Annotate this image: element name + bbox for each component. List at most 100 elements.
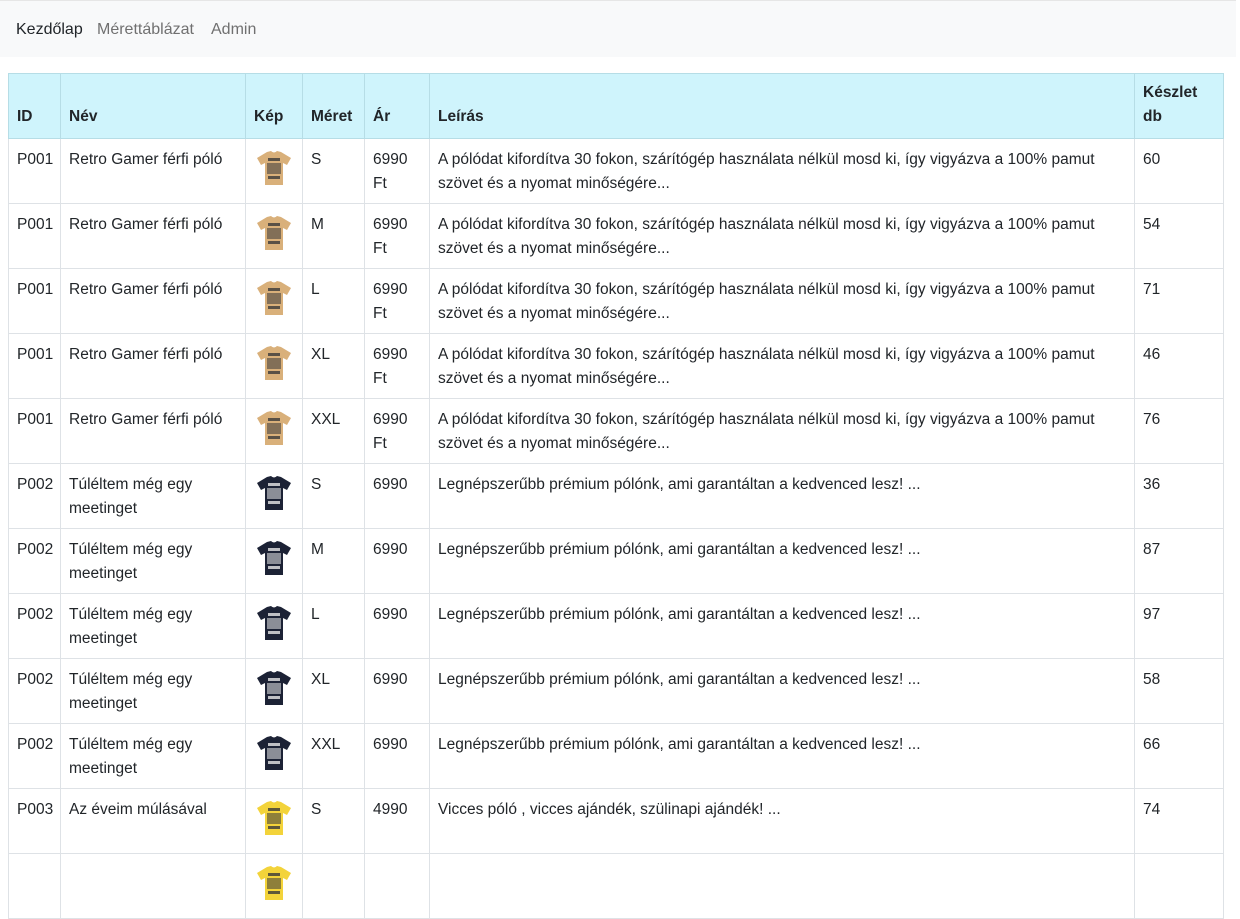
table-row: P002 Túléltem még egy meetinget XXL 6990 Leg… [8, 723, 1224, 789]
cell-stock: 60 [1134, 138, 1224, 204]
cell-name [60, 853, 246, 919]
cell-description: A pólódat kifordítva 30 fokon, szárítógé… [429, 268, 1135, 334]
cell-size: XL [302, 333, 365, 399]
cell-id: P002 [8, 528, 61, 594]
table-row: P001 Retro Gamer férfi póló S 6990 Ft A póló… [8, 138, 1224, 204]
cell-image [245, 593, 303, 659]
table-row: P002 Túléltem még egy meetinget L 6990 Legné… [8, 593, 1224, 659]
cell-size: XL [302, 658, 365, 724]
cell-id: P002 [8, 593, 61, 659]
cell-image [245, 723, 303, 789]
table-row: P001 Retro Gamer férfi póló XXL 6990 Ft A pó… [8, 398, 1224, 464]
cell-id: P001 [8, 398, 61, 464]
cell-image [245, 333, 303, 399]
cell-id: P003 [8, 788, 61, 854]
cell-description: Legnépszerűbb prémium pólónk, ami garant… [429, 528, 1135, 594]
table-row: P001 Retro Gamer férfi póló M 6990 Ft A póló… [8, 203, 1224, 269]
cell-id: P001 [8, 333, 61, 399]
cell-stock: 58 [1134, 658, 1224, 724]
cell-description: A pólódat kifordítva 30 fokon, szárítógé… [429, 203, 1135, 269]
table-row: P002 Túléltem még egy meetinget S 6990 Legné… [8, 463, 1224, 529]
cell-size: XXL [302, 723, 365, 789]
products-table: ID Név Kép Méret Ár Leírás Készlet db P0… [8, 73, 1224, 919]
cell-description [429, 853, 1135, 919]
table-row: P001 Retro Gamer férfi póló XL 6990 Ft A pól… [8, 333, 1224, 399]
yellow-tshirt-image [257, 801, 291, 835]
cell-description: A pólódat kifordítva 30 fokon, szárítógé… [429, 398, 1135, 464]
cell-stock: 36 [1134, 463, 1224, 529]
cell-description: Legnépszerűbb prémium pólónk, ami garant… [429, 463, 1135, 529]
cell-size: M [302, 203, 365, 269]
cell-price: 6990 Ft [364, 203, 430, 269]
beige-tshirt-image [257, 346, 291, 380]
cell-description: Vicces póló , vicces ajándék, szülinapi … [429, 788, 1135, 854]
beige-tshirt-image [257, 281, 291, 315]
cell-price: 6990 Ft [364, 398, 430, 464]
cell-size: M [302, 528, 365, 594]
column-header-image: Kép [245, 73, 303, 139]
top-navbar: Kezdőlap Mérettáblázat Admin [0, 0, 1236, 57]
cell-stock: 71 [1134, 268, 1224, 334]
cell-price: 6990 Ft [364, 268, 430, 334]
cell-name: Retro Gamer férfi póló [60, 203, 246, 269]
yellow-tshirt-image [257, 866, 291, 900]
cell-image [245, 853, 303, 919]
cell-description: A pólódat kifordítva 30 fokon, szárítógé… [429, 138, 1135, 204]
cell-stock: 76 [1134, 398, 1224, 464]
cell-name: Túléltem még egy meetinget [60, 658, 246, 724]
cell-image [245, 463, 303, 529]
navy-tshirt-image [257, 736, 291, 770]
cell-price: 6990 Ft [364, 333, 430, 399]
cell-id: P002 [8, 463, 61, 529]
cell-price: 6990 Ft [364, 138, 430, 204]
cell-id: P002 [8, 723, 61, 789]
column-header-price: Ár [364, 73, 430, 139]
cell-description: Legnépszerűbb prémium pólónk, ami garant… [429, 593, 1135, 659]
cell-id: P001 [8, 138, 61, 204]
cell-price: 4990 [364, 788, 430, 854]
cell-name: Retro Gamer férfi póló [60, 268, 246, 334]
cell-name: Túléltem még egy meetinget [60, 593, 246, 659]
cell-stock: 54 [1134, 203, 1224, 269]
beige-tshirt-image [257, 216, 291, 250]
nav-link-admin[interactable]: Admin [211, 21, 256, 39]
cell-id: P001 [8, 203, 61, 269]
column-header-description: Leírás [429, 73, 1135, 139]
cell-size: L [302, 593, 365, 659]
cell-description: Legnépszerűbb prémium pólónk, ami garant… [429, 658, 1135, 724]
cell-name: Túléltem még egy meetinget [60, 528, 246, 594]
cell-stock: 97 [1134, 593, 1224, 659]
cell-stock: 46 [1134, 333, 1224, 399]
cell-image [245, 398, 303, 464]
column-header-stock: Készlet db [1134, 73, 1224, 139]
cell-image [245, 528, 303, 594]
cell-price [364, 853, 430, 919]
navy-tshirt-image [257, 541, 291, 575]
table-row [8, 853, 1224, 919]
beige-tshirt-image [257, 411, 291, 445]
cell-stock: 87 [1134, 528, 1224, 594]
cell-id [8, 853, 61, 919]
cell-price: 6990 [364, 723, 430, 789]
cell-name: Túléltem még egy meetinget [60, 463, 246, 529]
nav-link-size-chart[interactable]: Mérettáblázat [97, 21, 194, 39]
cell-name: Retro Gamer férfi póló [60, 333, 246, 399]
cell-size: S [302, 788, 365, 854]
cell-price: 6990 [364, 593, 430, 659]
cell-stock [1134, 853, 1224, 919]
cell-image [245, 788, 303, 854]
cell-price: 6990 [364, 658, 430, 724]
beige-tshirt-image [257, 151, 291, 185]
navy-tshirt-image [257, 606, 291, 640]
table-header-row: ID Név Kép Méret Ár Leírás Készlet db [8, 73, 1224, 139]
cell-id: P002 [8, 658, 61, 724]
nav-link-home[interactable]: Kezdőlap [16, 21, 83, 39]
table-row: P002 Túléltem még egy meetinget XL 6990 Legn… [8, 658, 1224, 724]
cell-image [245, 268, 303, 334]
cell-size: XXL [302, 398, 365, 464]
cell-size: S [302, 463, 365, 529]
cell-price: 6990 [364, 463, 430, 529]
cell-name: Az éveim múlásával [60, 788, 246, 854]
column-header-id: ID [8, 73, 61, 139]
navy-tshirt-image [257, 476, 291, 510]
